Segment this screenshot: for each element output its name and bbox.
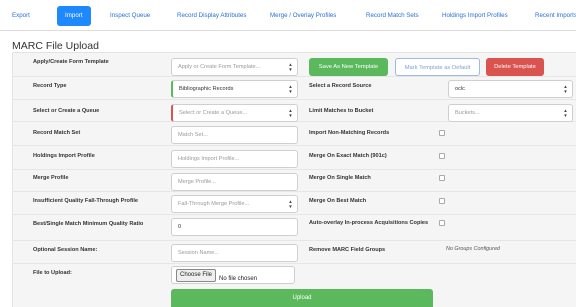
file-name-text: No file chosen (219, 276, 258, 282)
merge-exact-label: Merge On Exact Match (901c) (309, 153, 387, 159)
row-divider (12, 214, 576, 215)
tab-merge-overlay-profiles[interactable]: Merge / Overlay Profiles (270, 6, 336, 26)
auto-overlay-checkbox[interactable] (439, 220, 445, 226)
record-source-value: oclc (455, 86, 465, 92)
merge-profile-label: Merge Profile (33, 175, 69, 181)
row-divider (12, 76, 576, 77)
row-divider (12, 145, 576, 146)
match-set-select[interactable]: Match Set... (171, 126, 298, 144)
merge-single-checkbox[interactable] (439, 175, 445, 181)
template-label: Apply/Create Form Template (33, 59, 109, 65)
upload-button[interactable]: Upload (171, 289, 433, 307)
record-type-value: Bibliographic Records (179, 86, 234, 92)
mark-template-default-button[interactable]: Mark Template as Default (395, 58, 480, 76)
row-divider (12, 99, 576, 100)
match-set-label: Record Match Set (33, 130, 81, 136)
remove-marc-fields-label: Remove MARC Field Groups (309, 247, 386, 253)
queue-placeholder: Select or Create a Queue... (179, 110, 248, 116)
template-select[interactable]: Apply or Create Form Template... ▲ ▼ (171, 58, 298, 76)
delete-template-button[interactable]: Delete Template (486, 58, 544, 76)
tab-export[interactable]: Export (12, 6, 30, 26)
bucket-placeholder: Buckets... (455, 110, 480, 116)
tab-holdings-import-profiles[interactable]: Holdings Import Profiles (442, 6, 508, 26)
record-source-select[interactable]: oclc ▲ ▼ (448, 80, 573, 98)
row-divider (12, 263, 576, 264)
page-title: MARC File Upload (12, 40, 99, 52)
session-name-input[interactable]: Session Name... (171, 244, 298, 262)
limit-bucket-label: Limit Matches to Bucket (309, 108, 374, 114)
merge-best-label: Merge On Best Match (309, 198, 367, 204)
session-name-placeholder: Session Name... (178, 250, 220, 256)
holdings-profile-label: Holdings Import Profile (33, 153, 95, 159)
session-name-label: Optional Session Name: (33, 247, 98, 253)
row-divider (12, 169, 576, 170)
template-placeholder: Apply or Create Form Template... (178, 64, 261, 70)
row-divider (12, 240, 576, 241)
save-new-template-button[interactable]: Save As New Template (309, 58, 388, 76)
tab-inspect-queue[interactable]: Inspect Queue (110, 6, 150, 26)
import-non-matching-checkbox[interactable] (439, 130, 445, 136)
merge-best-checkbox[interactable] (439, 198, 445, 204)
tab-record-match-sets[interactable]: Record Match Sets (366, 6, 419, 26)
tab-record-display-attributes[interactable]: Record Display Attributes (177, 6, 246, 26)
merge-single-label: Merge On Single Match (309, 175, 371, 181)
insufficient-quality-label: Insufficient Quality Fall-Through Profil… (33, 198, 139, 204)
fall-through-placeholder: Fall-Through Merge Profile... (178, 201, 250, 207)
no-groups-note: No Groups Configured (446, 246, 500, 252)
bucket-select[interactable]: Buckets... ▲ ▼ (448, 104, 573, 122)
queue-label: Select or Create a Queue (33, 108, 100, 114)
match-set-placeholder: Match Set... (178, 132, 208, 138)
min-quality-value: 0 (178, 224, 182, 230)
holdings-profile-select[interactable]: Holdings Import Profile... (171, 150, 298, 168)
file-input[interactable]: Choose File No file chosen (171, 266, 295, 284)
min-quality-input[interactable]: 0 (171, 218, 298, 236)
tab-import[interactable]: Import (57, 6, 91, 26)
chevron-updown-icon: ▲ ▼ (288, 108, 293, 118)
merge-profile-select[interactable]: Merge Profile... (171, 173, 298, 191)
record-type-select[interactable]: Bibliographic Records ▲ ▼ (171, 80, 298, 98)
choose-file-button[interactable]: Choose File (176, 269, 217, 282)
record-source-label: Select a Record Source (309, 83, 372, 89)
fall-through-profile-select[interactable]: Fall-Through Merge Profile... ▲ ▼ (171, 195, 298, 213)
merge-exact-checkbox[interactable] (439, 153, 445, 159)
row-divider (12, 191, 576, 192)
record-type-label: Record Type (33, 83, 67, 89)
min-quality-label: Best/Single Match Minimum Quality Ratio (33, 221, 144, 227)
merge-profile-placeholder: Merge Profile... (178, 179, 216, 185)
chevron-updown-icon: ▲ ▼ (288, 84, 293, 94)
chevron-updown-icon: ▲ ▼ (563, 108, 568, 118)
file-upload-label: File to Upload: (33, 270, 72, 276)
tab-recent-imports[interactable]: Recent Imports (535, 6, 576, 26)
chevron-updown-icon: ▲ ▼ (288, 62, 293, 72)
holdings-profile-placeholder: Holdings Import Profile... (178, 156, 240, 162)
auto-overlay-label: Auto-overlay In-process Acquisitions Cop… (309, 220, 429, 226)
chevron-updown-icon: ▲ ▼ (288, 199, 293, 209)
import-non-matching-label: Import Non-Matching Records (309, 130, 390, 136)
chevron-updown-icon: ▲ ▼ (563, 84, 568, 94)
tab-bar: Export Import Inspect Queue Record Displ… (0, 0, 576, 31)
app-frame: Export Import Inspect Queue Record Displ… (0, 0, 576, 307)
queue-select[interactable]: Select or Create a Queue... ▲ ▼ (171, 104, 298, 122)
